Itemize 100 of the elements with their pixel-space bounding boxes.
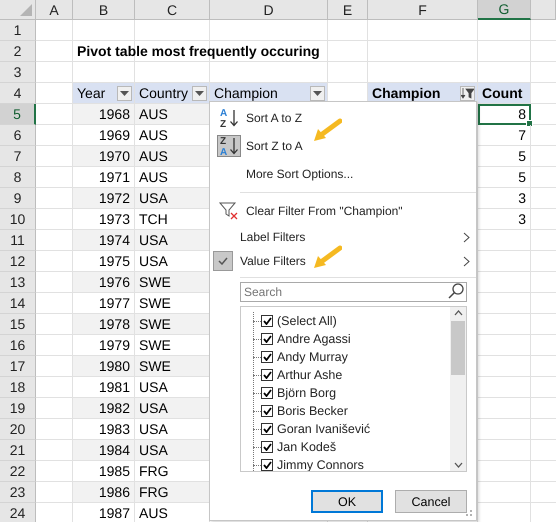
year-cell: 1982: [73, 398, 135, 419]
row-heading[interactable]: 6: [0, 125, 36, 146]
value-checkbox-item[interactable]: Björn Borg: [253, 384, 450, 402]
chevron-right-icon: [463, 232, 470, 243]
row-heading[interactable]: 15: [0, 314, 36, 335]
header-label: Champion: [214, 85, 278, 101]
column-heading[interactable]: B: [73, 0, 135, 20]
year-cell: 1984: [73, 440, 135, 461]
column-heading[interactable]: F: [368, 0, 478, 20]
year-cell: 1978: [73, 314, 135, 335]
column-heading[interactable]: E: [328, 0, 368, 20]
filter-dropdown-icon[interactable]: [117, 86, 132, 100]
row-heading[interactable]: 14: [0, 293, 36, 314]
column-heading[interactable]: G: [478, 0, 531, 20]
checkbox[interactable]: [261, 441, 273, 453]
year-cell: 1980: [73, 356, 135, 377]
checkbox[interactable]: [261, 333, 273, 345]
row-heading[interactable]: 21: [0, 440, 36, 461]
clear-filter-icon: [219, 201, 239, 221]
row-heading[interactable]: 8: [0, 167, 36, 188]
search-icon: [447, 282, 465, 300]
value-checkbox-item[interactable]: Jan Kodeš: [253, 438, 450, 456]
row-heading[interactable]: 1: [0, 20, 36, 41]
row-heading[interactable]: 10: [0, 209, 36, 230]
checkbox[interactable]: [261, 405, 273, 417]
row-heading[interactable]: 5: [0, 104, 36, 125]
value-checkbox-item[interactable]: Boris Becker: [253, 402, 450, 420]
sort-filter-icon[interactable]: [460, 86, 475, 100]
row-heading[interactable]: 13: [0, 272, 36, 293]
count-cell: 3: [478, 188, 531, 209]
row-heading[interactable]: 20: [0, 419, 36, 440]
count-cell: 3: [478, 209, 531, 230]
country-cell: AUS: [135, 104, 210, 125]
year-cell: 1970: [73, 146, 135, 167]
country-cell: USA: [135, 440, 210, 461]
row-heading[interactable]: 4: [0, 83, 36, 104]
row-heading[interactable]: 23: [0, 482, 36, 503]
sheet-title: Pivot table most frequently occuring: [73, 41, 328, 62]
value-checkbox-item[interactable]: Arthur Ashe: [253, 366, 450, 384]
row-heading[interactable]: 7: [0, 146, 36, 167]
search-field[interactable]: Search: [240, 282, 467, 302]
row-heading[interactable]: 22: [0, 461, 36, 482]
column-heading[interactable]: A: [36, 0, 73, 20]
menu-item[interactable]: A Z Sort A to Z: [210, 104, 476, 132]
country-cell: USA: [135, 398, 210, 419]
checkbox[interactable]: [261, 351, 273, 363]
country-cell: SWE: [135, 272, 210, 293]
row-heading[interactable]: 17: [0, 356, 36, 377]
value-checkbox-item[interactable]: Andre Agassi: [253, 330, 450, 348]
checkbox[interactable]: [261, 423, 273, 435]
row-heading[interactable]: 2: [0, 41, 36, 62]
value-checkbox-item[interactable]: Andy Murray: [253, 348, 450, 366]
count-cell: 5: [478, 167, 531, 188]
year-cell: 1976: [73, 272, 135, 293]
row-heading[interactable]: 12: [0, 251, 36, 272]
country-cell: AUS: [135, 146, 210, 167]
menu-item[interactable]: Z A Sort Z to A: [210, 132, 476, 160]
checkbox[interactable]: [261, 459, 273, 471]
country-cell: FRG: [135, 482, 210, 503]
sort-icon: Z A: [217, 135, 241, 157]
value-checkbox-item[interactable]: Goran Ivanišević: [253, 420, 450, 438]
chevron-right-icon: [463, 256, 470, 267]
row-heading[interactable]: 9: [0, 188, 36, 209]
country-cell: SWE: [135, 314, 210, 335]
dialog-button[interactable]: Cancel: [395, 490, 467, 513]
submenu-item[interactable]: Label Filters: [210, 225, 476, 249]
year-cell: 1974: [73, 230, 135, 251]
header-label: Year: [77, 85, 106, 101]
checkbox[interactable]: [261, 315, 273, 327]
submenu-item[interactable]: Value Filters: [210, 249, 476, 273]
row-heading[interactable]: 11: [0, 230, 36, 251]
count-cell: 8: [478, 104, 531, 125]
menu-item[interactable]: More Sort Options...: [210, 160, 476, 188]
count-cell: 7: [478, 125, 531, 146]
count-cell: 5: [478, 146, 531, 167]
row-heading[interactable]: 16: [0, 335, 36, 356]
value-checkbox-item[interactable]: (Select All): [253, 312, 450, 330]
row-heading[interactable]: 18: [0, 377, 36, 398]
year-cell: 1986: [73, 482, 135, 503]
country-cell: USA: [135, 188, 210, 209]
row-heading[interactable]: 24: [0, 503, 36, 522]
scrollbar[interactable]: [450, 307, 466, 471]
dialog-button[interactable]: OK: [311, 490, 383, 513]
country-cell: USA: [135, 230, 210, 251]
column-heading[interactable]: D: [210, 0, 328, 20]
filter-dropdown-icon[interactable]: [192, 86, 207, 100]
header-label: Country: [139, 85, 188, 101]
row-heading[interactable]: 19: [0, 398, 36, 419]
checkbox[interactable]: [261, 387, 273, 399]
row-heading[interactable]: 3: [0, 62, 36, 83]
year-cell: 1972: [73, 188, 135, 209]
menu-item[interactable]: Clear Filter From "Champion": [210, 197, 476, 225]
resize-grip-icon[interactable]: [465, 509, 473, 517]
year-cell: 1987: [73, 503, 135, 522]
country-cell: SWE: [135, 356, 210, 377]
filter-dropdown-icon[interactable]: [310, 86, 325, 100]
checkbox[interactable]: [261, 369, 273, 381]
year-cell: 1968: [73, 104, 135, 125]
header-label: Champion: [372, 85, 440, 101]
column-heading[interactable]: C: [135, 0, 210, 20]
